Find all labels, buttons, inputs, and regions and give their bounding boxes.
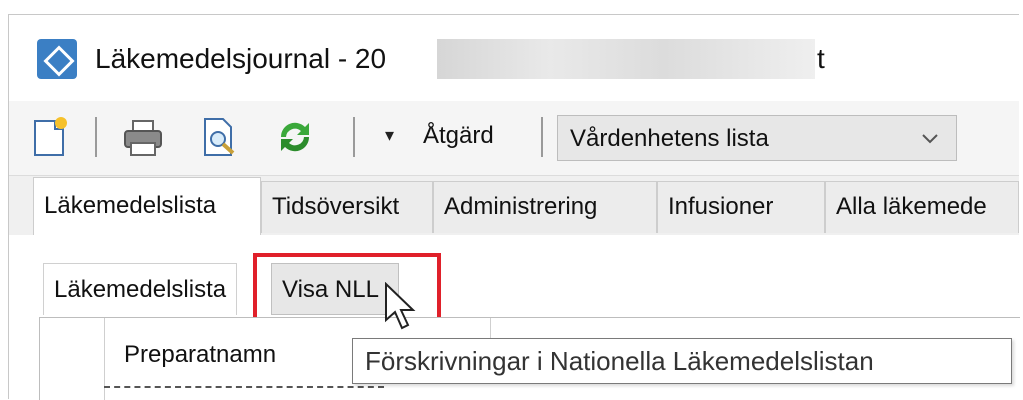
redacted-title-area: [437, 39, 815, 79]
toolbar: ▾ Åtgärd Vårdenhetens lista: [9, 101, 1019, 176]
window-title-tail: t: [817, 43, 825, 74]
action-menu-button[interactable]: Åtgärd: [423, 121, 494, 151]
subtab-lakemedelslista[interactable]: Läkemedelslista: [43, 263, 238, 315]
window-title: Läkemedelsjournal - 20: [95, 43, 387, 74]
tooltip: Förskrivningar i Nationella Läkemedelsli…: [352, 338, 1012, 384]
refresh-icon[interactable]: [273, 115, 317, 159]
tab-alla-lakemedel[interactable]: Alla läkemede: [825, 181, 1019, 233]
print-icon[interactable]: [121, 115, 165, 159]
column-header-preparatnamn[interactable]: Preparatnamn: [124, 340, 276, 370]
list-select[interactable]: Vårdenhetens lista: [557, 115, 957, 161]
tab-lakemedelslista[interactable]: Läkemedelslista: [33, 177, 261, 235]
title-bar: Läkemedelsjournal - 20 t: [9, 15, 1019, 101]
toolbar-separator: [541, 117, 543, 157]
mouse-cursor-icon: [385, 282, 416, 330]
print-preview-icon[interactable]: [197, 115, 241, 159]
tab-infusioner[interactable]: Infusioner: [657, 181, 825, 233]
new-document-icon[interactable]: [27, 115, 71, 159]
chevron-down-icon: [922, 134, 938, 144]
tab-tidsoversikt[interactable]: Tidsöversikt: [261, 181, 433, 233]
list-select-value: Vårdenhetens lista: [570, 125, 769, 152]
row-header-column: [40, 318, 105, 400]
toolbar-separator: [353, 117, 355, 157]
tab-administrering[interactable]: Administrering: [433, 181, 657, 233]
main-tabs: Läkemedelslista Tidsöversikt Administrer…: [9, 177, 1019, 236]
app-icon: [37, 39, 77, 79]
focus-row-outline: [104, 386, 384, 388]
toolbar-separator: [95, 117, 97, 157]
dropdown-arrow-icon[interactable]: ▾: [385, 125, 394, 146]
